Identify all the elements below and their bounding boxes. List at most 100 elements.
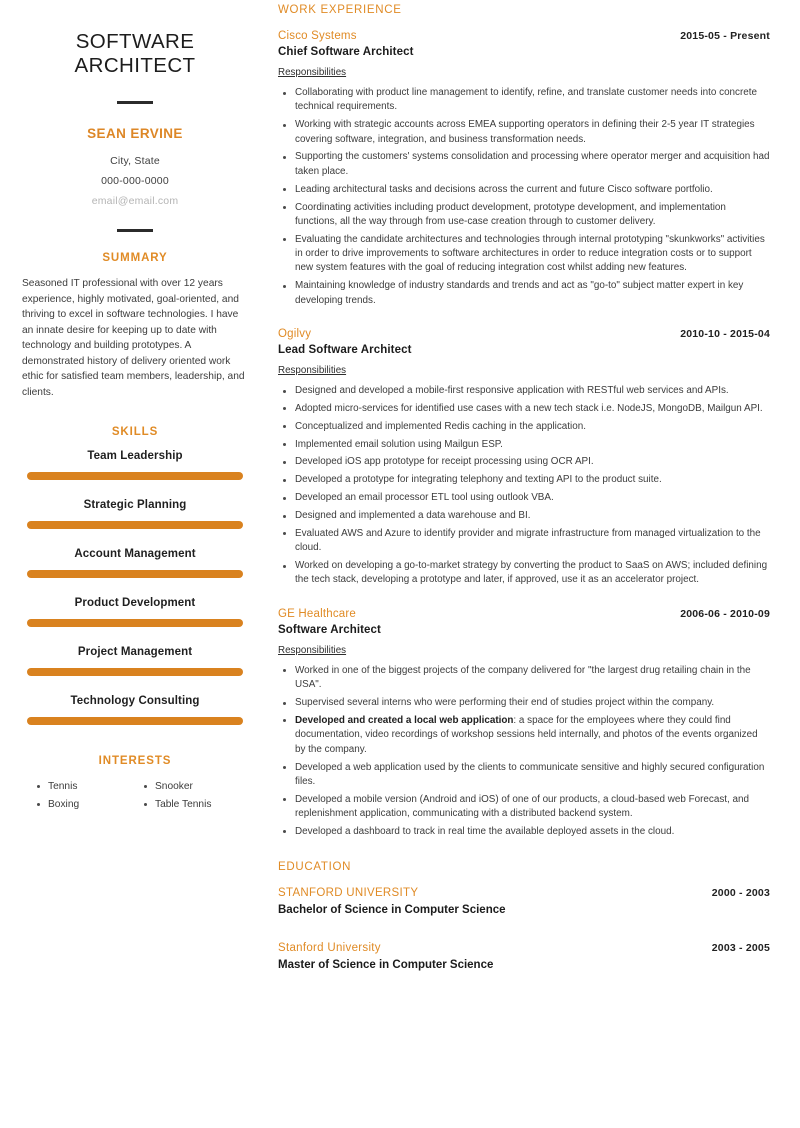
interest-item: Tennis xyxy=(34,779,141,795)
skill-label: Technology Consulting xyxy=(70,695,200,708)
skill-bar-fill xyxy=(27,472,243,481)
school-name: Stanford University xyxy=(278,942,381,955)
skill-item: Technology Consulting xyxy=(22,695,248,726)
experience-entry: GE Healthcare 2006-06 - 2010-09 Software A… xyxy=(278,608,770,839)
responsibility-item: Developed a prototype for integrating te… xyxy=(278,473,770,487)
education-entry-header: Stanford University 2003 - 2005 xyxy=(278,942,770,954)
skill-item: Product Development xyxy=(22,597,248,628)
skill-bar-track xyxy=(27,570,243,579)
skill-bar-track xyxy=(27,668,243,677)
responsibility-item: Worked on developing a go-to-market stra… xyxy=(278,559,770,588)
skill-item: Strategic Planning xyxy=(22,499,248,530)
responsibility-item: Implemented email solution using Mailgun… xyxy=(278,438,770,452)
summary-text: Seasoned IT professional with over 12 ye… xyxy=(22,278,245,398)
skill-label: Product Development xyxy=(74,597,196,610)
job-role: Chief Software Architect xyxy=(278,46,414,58)
skill-bar-fill xyxy=(27,717,243,726)
contact-phone: 000-000-0000 xyxy=(101,175,169,188)
responsibility-item: Adopted micro-services for identified us… xyxy=(278,402,770,416)
skill-bar-track xyxy=(27,521,243,530)
employment-dates: 2006-06 - 2010-09 xyxy=(680,607,770,620)
responsibility-item: Supporting the customers' systems consol… xyxy=(278,150,770,179)
education-entry: Stanford University 2003 - 2005 Master of … xyxy=(278,942,770,971)
contact-email: email@email.com xyxy=(91,195,179,208)
skills-section: SKILLS Team Leadership Strategic Planning… xyxy=(22,426,248,726)
experience-list: Cisco Systems 2015-05 - Present Chief Soft… xyxy=(278,30,770,839)
employer-name: GE Healthcare xyxy=(278,607,357,620)
skill-item: Account Management xyxy=(22,548,248,579)
sidebar: SOFTWARE ARCHITECT SEAN ERVINE City, Sta… xyxy=(0,0,270,815)
skill-bar-track xyxy=(27,472,243,481)
responsibility-item: Designed and developed a mobile-first re… xyxy=(278,384,770,398)
responsibility-item: Leading architectural tasks and decision… xyxy=(278,183,770,197)
skill-bar-fill xyxy=(27,521,243,530)
responsibilities-label: Responsibilities xyxy=(278,67,347,78)
skill-bar-fill xyxy=(27,570,243,579)
responsibility-item: Worked in one of the biggest projects of… xyxy=(278,664,770,693)
skill-bar-track xyxy=(27,619,243,628)
responsibility-item: Developed a dashboard to track in real t… xyxy=(278,825,770,839)
skill-label: Project Management xyxy=(77,646,193,659)
responsibility-item: Coordinating activities including produc… xyxy=(278,201,770,230)
job-role: Lead Software Architect xyxy=(278,344,412,357)
skill-bar-fill xyxy=(27,619,243,628)
responsibility-item: Developed a web application used by the … xyxy=(278,761,770,790)
page-title: SOFTWARE ARCHITECT xyxy=(74,30,196,77)
interest-item: Snooker xyxy=(141,779,248,795)
experience-entry-header: Cisco Systems 2015-05 - Present xyxy=(278,30,770,42)
education-heading: EDUCATION xyxy=(278,861,352,874)
skill-label: Account Management xyxy=(74,548,196,561)
responsibility-item: Maintaining knowledge of industry standa… xyxy=(278,279,770,308)
skills-heading: SKILLS xyxy=(111,426,159,439)
responsibility-item: Evaluated AWS and Azure to identify prov… xyxy=(278,527,770,556)
responsibility-item: Supervised several interns who were perf… xyxy=(278,696,770,710)
experience-entry: Cisco Systems 2015-05 - Present Chief Soft… xyxy=(278,30,770,308)
responsibility-item: Developed a mobile version (Android and … xyxy=(278,793,770,822)
responsibility-item: Developed iOS app prototype for receipt … xyxy=(278,455,770,469)
skill-bar-fill xyxy=(27,668,243,677)
work-experience-heading: WORK EXPERIENCE xyxy=(278,4,402,16)
responsibility-item: Collaborating with product line manageme… xyxy=(278,86,770,115)
interests-column-left: Tennis Boxing xyxy=(34,779,141,815)
experience-entry: Ogilvy 2010-10 - 2015-04 Lead Software Arc… xyxy=(278,328,770,588)
experience-entry-header: GE Healthcare 2006-06 - 2010-09 xyxy=(278,608,770,620)
employment-dates: 2015-05 - Present xyxy=(680,30,770,42)
skill-label: Team Leadership xyxy=(87,450,183,463)
skill-bar-track xyxy=(27,717,243,726)
skill-item: Project Management xyxy=(22,646,248,677)
responsibility-list: Worked in one of the biggest projects of… xyxy=(278,664,770,839)
skills-list: Team Leadership Strategic Planning Account… xyxy=(22,450,248,726)
interests-heading: INTERESTS xyxy=(98,755,172,768)
employment-dates: 2010-10 - 2015-04 xyxy=(680,328,770,341)
divider-top xyxy=(117,101,153,105)
experience-entry-header: Ogilvy 2010-10 - 2015-04 xyxy=(278,328,770,340)
interest-item: Table Tennis xyxy=(141,797,248,813)
main-content: WORK EXPERIENCE Cisco Systems 2015-05 - P… xyxy=(270,0,800,997)
skill-label: Strategic Planning xyxy=(83,499,187,512)
responsibility-item: Developed an email processor ETL tool us… xyxy=(278,491,770,505)
responsibility-item: Working with strategic accounts across E… xyxy=(278,118,770,147)
responsibility-item: Designed and implemented a data warehous… xyxy=(278,509,770,523)
responsibility-list: Designed and developed a mobile-first re… xyxy=(278,384,770,588)
interests-section: INTERESTS Tennis Boxing Snooker Table Tenn… xyxy=(22,755,248,815)
responsibility-item: Developed and created a local web applic… xyxy=(278,714,770,757)
education-entry: STANFORD UNIVERSITY 2000 - 2003 Bachelor o… xyxy=(278,887,770,916)
degree-name: Bachelor of Science in Computer Science xyxy=(278,904,506,917)
responsibility-list: Collaborating with product line manageme… xyxy=(278,86,770,308)
candidate-name: SEAN ERVINE xyxy=(87,126,183,142)
degree-name: Master of Science in Computer Science xyxy=(278,959,494,972)
interest-item: Boxing xyxy=(34,797,141,813)
responsibilities-label: Responsibilities xyxy=(278,644,347,656)
responsibilities-label: Responsibilities xyxy=(278,365,347,377)
resume-page: SOFTWARE ARCHITECT SEAN ERVINE City, Sta… xyxy=(0,0,800,1128)
employer-name: Ogilvy xyxy=(278,328,312,341)
responsibility-item: Conceptualized and implemented Redis cac… xyxy=(278,420,770,434)
employer-name: Cisco Systems xyxy=(278,30,357,42)
responsibility-item: Evaluating the candidate architectures a… xyxy=(278,233,770,276)
education-entry-header: STANFORD UNIVERSITY 2000 - 2003 xyxy=(278,887,770,899)
contact-location: City, State xyxy=(110,155,160,168)
interests-column-right: Snooker Table Tennis xyxy=(141,779,248,815)
education-dates: 2000 - 2003 xyxy=(711,887,770,900)
education-list: STANFORD UNIVERSITY 2000 - 2003 Bachelor o… xyxy=(278,887,770,971)
education-dates: 2003 - 2005 xyxy=(711,942,770,955)
